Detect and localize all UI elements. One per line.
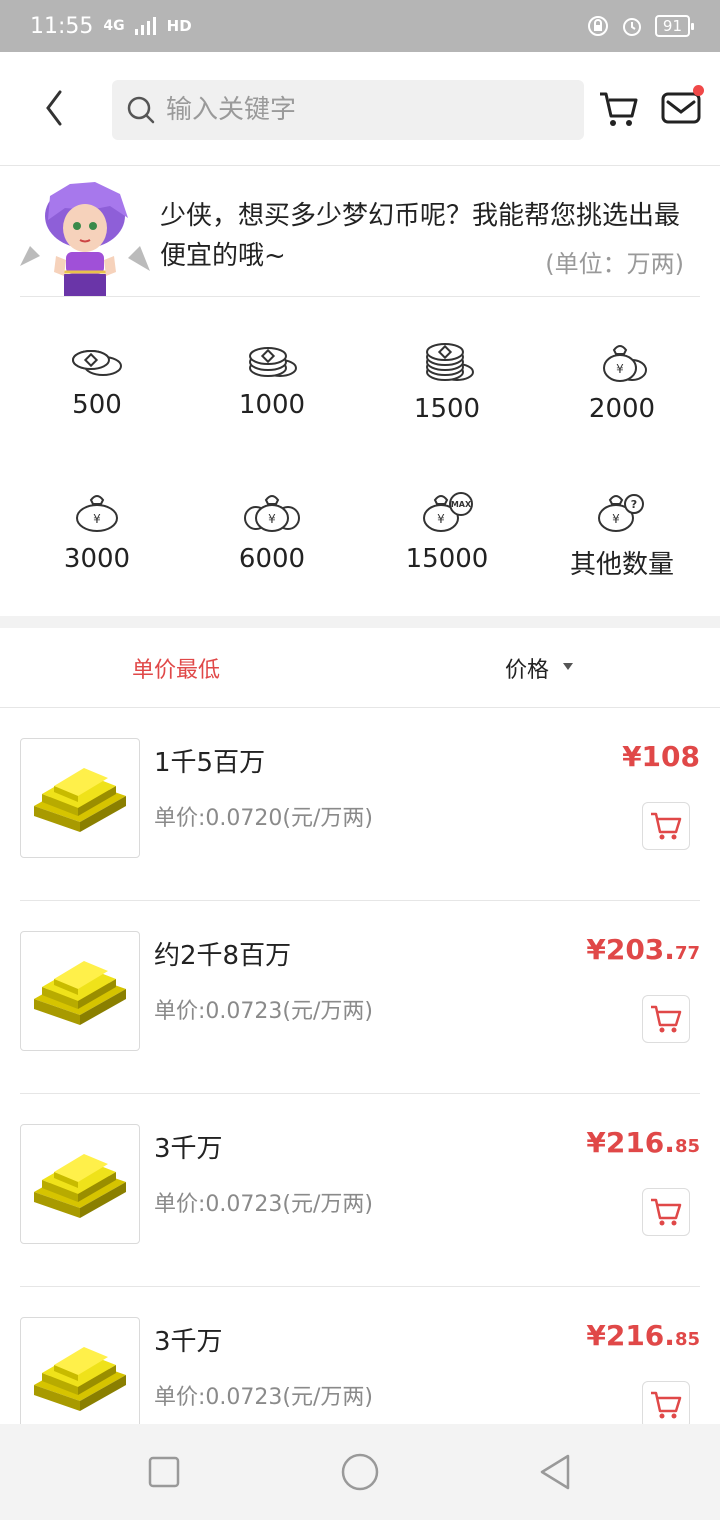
sort-lowest-unit-price[interactable]: 单价最低 [132,652,220,684]
gold-bar-image [20,738,140,858]
price-integer: ¥203. [586,933,675,966]
money-bag-max-icon: ¥ MAX [423,492,473,532]
back-arrow-icon[interactable] [38,88,72,128]
amount-1500[interactable]: 1500 [357,298,537,448]
money-bag-question-icon: ¥ ? [598,494,644,532]
system-nav-bar [0,1424,720,1520]
amount-500[interactable]: 500 [7,298,187,448]
gold-bar-image [20,1124,140,1244]
coins-small-icon [72,350,122,376]
unit-label: (单位：万两) [545,250,684,278]
amount-6000[interactable]: ¥ 6000 [182,448,362,598]
top-header [0,52,720,166]
amount-label: 其他数量 [569,550,674,580]
price-decimal: 85 [674,1329,700,1350]
alarm-icon [622,18,641,36]
amount-other[interactable]: ¥ ? 其他数量 [532,448,712,598]
search-icon [127,96,155,124]
gold-bars-icon [34,961,126,1025]
amount-label: 1000 [238,390,306,420]
svg-text:¥: ¥ [437,512,445,526]
product-price: ¥216.85 [586,1319,700,1352]
home-icon[interactable] [340,1452,380,1492]
search-box[interactable] [112,80,584,140]
product-item[interactable]: 3千万 单价:0.0723(元/万两) ¥216.85 [20,1094,700,1287]
notification-dot [693,85,704,96]
sort-down-arrow-icon[interactable] [563,663,573,670]
add-to-cart-button[interactable] [642,1188,690,1236]
section-divider [0,616,720,628]
product-title: 3千万 [154,1134,223,1164]
gold-bars-icon [34,1154,126,1218]
cart-icon [651,1391,682,1419]
product-item[interactable]: 约2千8百万 单价:0.0723(元/万两) ¥203.77 [20,901,700,1094]
battery-indicator: 91 [654,15,695,37]
back-icon[interactable] [536,1452,576,1492]
coins-stack-icon [249,347,297,377]
price-integer: ¥216. [586,1126,675,1159]
amount-label: 1500 [413,394,481,424]
recent-apps-icon[interactable] [144,1452,184,1492]
product-title: 3千万 [154,1327,223,1357]
search-input[interactable] [166,95,566,125]
amount-grid: 500 1000 1500 ¥ 2000 ¥ 3000 ¥ 6000 ¥ MAX… [0,298,720,616]
clock: 11:55 [30,13,94,39]
amount-3000[interactable]: ¥ 3000 [7,448,187,598]
product-price: ¥216.85 [586,1126,700,1159]
signal-icon [134,17,156,35]
gold-bar-image [20,1317,140,1437]
product-unit-price: 单价:0.0723(元/万两) [154,999,373,1024]
svg-text:MAX: MAX [451,500,472,509]
svg-text:¥: ¥ [616,362,624,376]
money-bag-icon: ¥ [76,495,118,532]
product-price: ¥108 [622,740,700,773]
sort-bar: 单价最低 价格 [0,628,720,708]
svg-text:¥: ¥ [612,512,620,526]
product-item[interactable]: 1千5百万 单价:0.0720(元/万两) ¥108 [20,708,700,901]
svg-text:¥: ¥ [93,512,101,526]
svg-text:?: ? [631,498,637,511]
amount-2000[interactable]: ¥ 2000 [532,298,712,448]
money-bag-icon: ¥ [603,345,647,382]
gold-bars-icon [34,1347,126,1411]
price-decimal: 77 [674,943,700,964]
sort-price[interactable]: 价格 [505,652,549,684]
cart-icon [651,1198,682,1226]
lock-rotation-icon [587,16,608,36]
price-integer: ¥216. [586,1319,675,1352]
avatar [20,182,150,296]
product-price: ¥203.77 [586,933,700,966]
money-bags-icon: ¥ [244,495,300,532]
add-to-cart-button[interactable] [642,802,690,850]
amount-label: 15000 [405,544,489,574]
network-type: 4G [103,18,125,34]
gold-bar-image [20,931,140,1051]
coins-tall-stack-icon [426,343,474,381]
status-bar: 11:55 4G HD 91 [0,0,720,52]
amount-label: 500 [72,390,122,420]
product-unit-price: 单价:0.0720(元/万两) [154,806,373,831]
product-unit-price: 单价:0.0723(元/万两) [154,1385,373,1410]
cart-icon [651,812,682,840]
price-decimal: 85 [674,1136,700,1157]
amount-15000[interactable]: ¥ MAX 15000 [357,448,537,598]
price-integer: ¥108 [622,740,700,773]
hd-label: HD [166,17,192,35]
amount-label: 3000 [63,544,131,574]
gold-bars-icon [34,768,126,832]
product-title: 1千5百万 [154,748,266,778]
cart-icon [651,1005,682,1033]
amount-label: 6000 [238,544,306,574]
product-unit-price: 单价:0.0723(元/万两) [154,1192,373,1217]
amount-label: 2000 [588,394,656,424]
amount-1000[interactable]: 1000 [182,298,362,448]
add-to-cart-button[interactable] [642,1381,690,1429]
product-title: 约2千8百万 [154,941,292,971]
svg-text:¥: ¥ [268,512,276,526]
helper-banner: 少侠，想买多少梦幻币呢？我能帮您挑选出最便宜的哦~ (单位：万两) [20,166,700,297]
cart-icon[interactable] [598,90,640,128]
add-to-cart-button[interactable] [642,995,690,1043]
